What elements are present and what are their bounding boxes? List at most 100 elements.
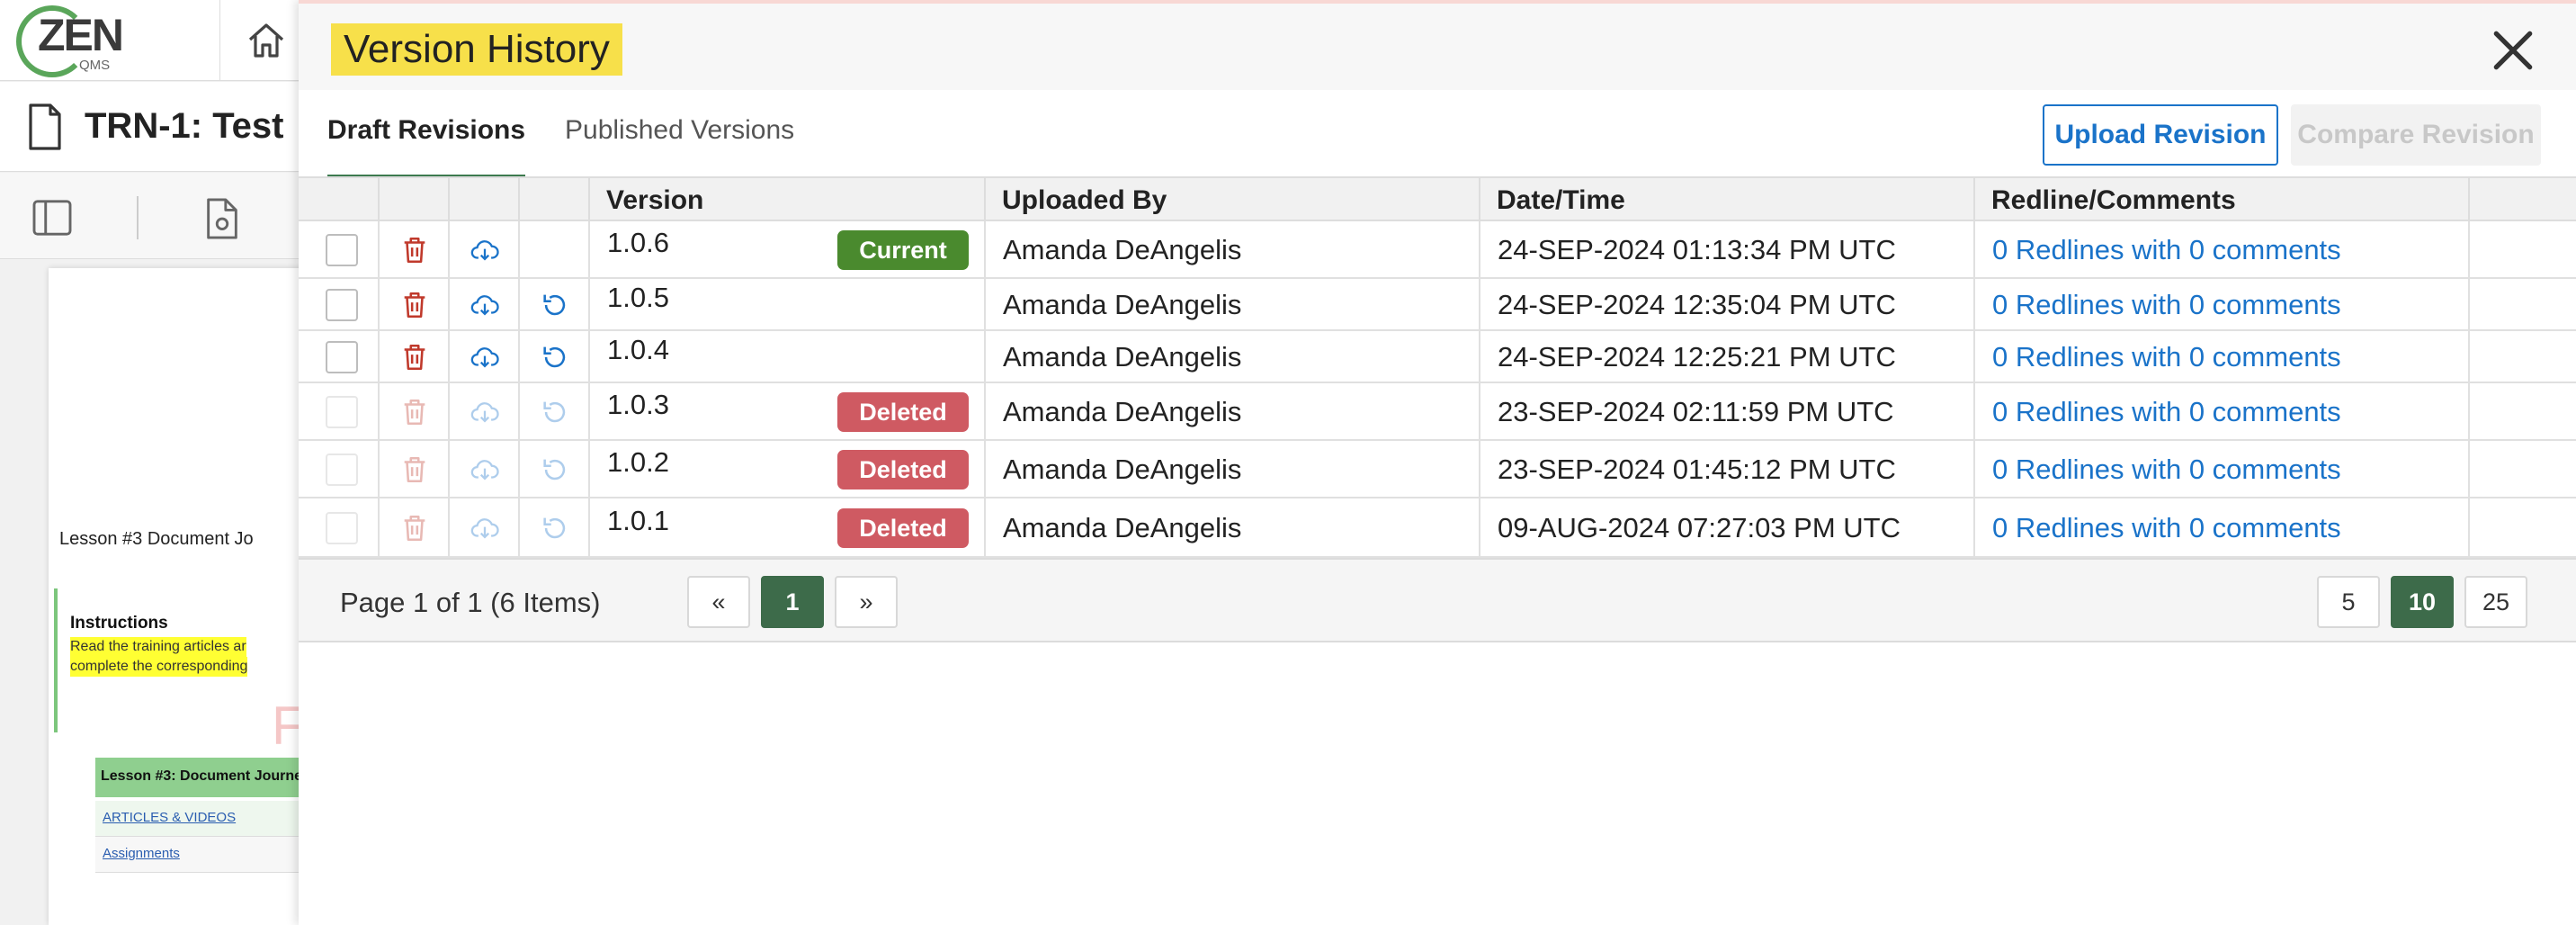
- trash-icon[interactable]: [399, 513, 430, 543]
- preview-instructions-title: Instructions: [70, 614, 168, 633]
- document-icon: [29, 103, 61, 150]
- preview-lesson-row: Lesson #3: Document Journeys: [95, 758, 302, 797]
- trash-icon[interactable]: [399, 454, 430, 485]
- trash-icon[interactable]: [399, 235, 430, 265]
- row-select-checkbox[interactable]: [326, 341, 358, 373]
- preview-lesson-title: Lesson #3 Document Jo: [59, 529, 254, 549]
- pagination-bar: Page 1 of 1 (6 Items) « 1 » 5 10 25: [299, 558, 2576, 642]
- deleted-badge: Deleted: [837, 508, 969, 548]
- cloud-download-icon[interactable]: [470, 342, 500, 373]
- page-size-10[interactable]: 10: [2391, 576, 2454, 628]
- upload-revision-button[interactable]: Upload Revision: [2043, 104, 2278, 166]
- row-select-checkbox[interactable]: [326, 454, 358, 486]
- cell-restore: [520, 221, 590, 277]
- row-select-checkbox[interactable]: [326, 396, 358, 428]
- sidebar-toggle-icon[interactable]: [32, 200, 72, 236]
- home-icon[interactable]: [245, 20, 288, 63]
- current-badge: Current: [837, 230, 969, 270]
- cloud-download-icon[interactable]: [470, 454, 500, 485]
- upload-datetime: 24-SEP-2024 01:13:34 PM UTC: [1498, 234, 1896, 265]
- upload-datetime: 23-SEP-2024 02:11:59 PM UTC: [1498, 396, 1894, 427]
- preview-instructions-line2: complete the corresponding: [70, 657, 248, 677]
- redline-comments-link[interactable]: 0 Redlines with 0 comments: [1992, 454, 2341, 486]
- trash-icon[interactable]: [399, 342, 430, 373]
- page-size-5[interactable]: 5: [2317, 576, 2380, 628]
- table-row: 1.0.3 Deleted Amanda DeAngelis 23-SEP-2024 …: [299, 383, 2576, 441]
- compare-revision-button[interactable]: Compare Revision: [2291, 104, 2541, 166]
- restore-icon[interactable]: [540, 513, 570, 543]
- row-select-checkbox[interactable]: [326, 512, 358, 544]
- uploaded-by: Amanda DeAngelis: [1003, 396, 1242, 427]
- version-number: 1.0.5: [607, 282, 669, 313]
- modal-header: Version History: [299, 4, 2576, 90]
- page-size-25[interactable]: 25: [2464, 576, 2527, 628]
- header-download: [450, 178, 520, 221]
- trash-icon[interactable]: [399, 397, 430, 427]
- cloud-download-icon[interactable]: [470, 290, 500, 320]
- deleted-badge: Deleted: [837, 450, 969, 489]
- logo-subtext: QMS: [79, 58, 111, 73]
- header-version: Version: [590, 178, 986, 221]
- uploaded-by: Amanda DeAngelis: [1003, 512, 1242, 543]
- table-row: 1.0.2 Deleted Amanda DeAngelis 23-SEP-2024 …: [299, 441, 2576, 498]
- table-row: 1.0.4 Amanda DeAngelis 24-SEP-2024 12:25:2…: [299, 331, 2576, 383]
- revision-tabs: Draft Revisions Published Versions Uploa…: [299, 90, 2576, 178]
- restore-icon[interactable]: [540, 454, 570, 485]
- nav-divider: [219, 0, 220, 81]
- document-settings-icon[interactable]: [203, 198, 241, 239]
- uploaded-by: Amanda DeAngelis: [1003, 289, 1242, 320]
- pagination-page-1[interactable]: 1: [761, 576, 824, 628]
- table-row: 1.0.6 Current Amanda DeAngelis 24-SEP-2024 …: [299, 221, 2576, 279]
- cloud-download-icon[interactable]: [470, 513, 500, 543]
- header-datetime: Date/Time: [1480, 178, 1975, 221]
- upload-datetime: 24-SEP-2024 12:25:21 PM UTC: [1498, 341, 1896, 373]
- tab-draft-revisions[interactable]: Draft Revisions: [327, 115, 526, 178]
- row-select-checkbox[interactable]: [326, 289, 358, 321]
- preview-assignments-link[interactable]: Assignments: [95, 837, 302, 873]
- version-number: 1.0.6: [607, 227, 669, 258]
- close-icon[interactable]: [2484, 22, 2542, 79]
- cloud-download-icon[interactable]: [470, 397, 500, 427]
- version-history-modal: Version History Draft Revisions Publishe…: [299, 0, 2576, 925]
- version-number: 1.0.2: [607, 446, 669, 478]
- uploaded-by: Amanda DeAngelis: [1003, 341, 1242, 373]
- version-number: 1.0.4: [607, 334, 669, 365]
- header-uploaded-by: Uploaded By: [986, 178, 1480, 221]
- version-number: 1.0.3: [607, 389, 669, 420]
- redline-comments-link[interactable]: 0 Redlines with 0 comments: [1992, 289, 2341, 321]
- upload-datetime: 23-SEP-2024 01:45:12 PM UTC: [1498, 454, 1896, 485]
- logo-text: ZEN: [38, 10, 124, 60]
- restore-icon[interactable]: [540, 397, 570, 427]
- redline-comments-link[interactable]: 0 Redlines with 0 comments: [1992, 396, 2341, 428]
- table-row: 1.0.5 Amanda DeAngelis 24-SEP-2024 12:35:0…: [299, 279, 2576, 331]
- document-title: TRN-1: Test: [85, 106, 284, 146]
- tab-published-versions[interactable]: Published Versions: [565, 115, 794, 160]
- upload-datetime: 24-SEP-2024 12:35:04 PM UTC: [1498, 289, 1896, 320]
- restore-icon[interactable]: [540, 290, 570, 320]
- redline-comments-link[interactable]: 0 Redlines with 0 comments: [1992, 234, 2341, 266]
- header-delete: [380, 178, 450, 221]
- modal-title: Version History: [331, 23, 622, 76]
- preview-articles-link[interactable]: ARTICLES & VIDEOS: [95, 801, 302, 837]
- header-redline: Redline/Comments: [1975, 178, 2470, 221]
- restore-icon[interactable]: [540, 342, 570, 373]
- redline-comments-link[interactable]: 0 Redlines with 0 comments: [1992, 341, 2341, 373]
- preview-instructions-line1: Read the training articles ar: [70, 637, 246, 657]
- version-number: 1.0.1: [607, 505, 669, 536]
- header-select: [299, 178, 380, 221]
- trash-icon[interactable]: [399, 290, 430, 320]
- upload-datetime: 09-AUG-2024 07:27:03 PM UTC: [1498, 512, 1901, 543]
- uploaded-by: Amanda DeAngelis: [1003, 454, 1242, 485]
- pagination-prev-button[interactable]: «: [687, 576, 750, 628]
- deleted-badge: Deleted: [837, 392, 969, 432]
- zen-qms-logo[interactable]: ZEN QMS: [13, 2, 124, 77]
- redline-comments-link[interactable]: 0 Redlines with 0 comments: [1992, 512, 2341, 544]
- pagination-next-button[interactable]: »: [835, 576, 898, 628]
- uploaded-by: Amanda DeAngelis: [1003, 234, 1242, 265]
- table-header: Version Uploaded By Date/Time Redline/Co…: [299, 176, 2576, 221]
- pagination-summary: Page 1 of 1 (6 Items): [340, 587, 601, 618]
- toolbar-separator: [137, 196, 139, 239]
- row-select-checkbox[interactable]: [326, 234, 358, 266]
- cloud-download-icon[interactable]: [470, 235, 500, 265]
- header-restore: [520, 178, 590, 221]
